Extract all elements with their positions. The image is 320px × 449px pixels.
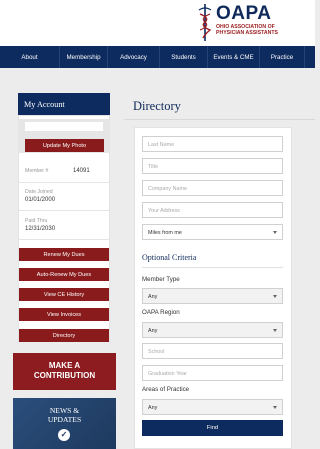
contribution-line2: CONTRIBUTION xyxy=(33,371,96,380)
news-updates-tile[interactable]: NEWS & UPDATES ✓ xyxy=(13,398,116,449)
region-label: OAPA Region xyxy=(142,309,180,316)
date-joined-value: 01/01/2000 xyxy=(25,197,56,203)
date-joined-label: Date Joined xyxy=(25,189,53,195)
caduceus-icon xyxy=(198,4,212,41)
main-nav: About Membership Advocacy Students Event… xyxy=(0,46,315,68)
divider xyxy=(18,239,110,240)
section-divider xyxy=(142,267,283,268)
practice-areas-label: Areas of Practice xyxy=(142,386,190,393)
chevron-down-icon xyxy=(273,295,277,298)
brand-subtitle-line2: Physician Assistants xyxy=(216,30,278,36)
optional-criteria-heading: Optional Criteria xyxy=(142,253,197,262)
member-number-label: Member # xyxy=(25,168,49,174)
region-select[interactable]: Any xyxy=(142,322,283,338)
page-title: Directory xyxy=(133,99,181,113)
distance-select-value: Miles from me xyxy=(148,230,182,236)
paid-thru-label: Paid Thru xyxy=(25,218,48,224)
nav-item-events-cme[interactable]: Events & CME xyxy=(208,46,260,68)
photo-placeholder xyxy=(25,122,103,131)
chevron-down-icon xyxy=(273,231,277,234)
last-name-input[interactable]: Last Name xyxy=(142,136,283,152)
school-input[interactable]: School xyxy=(142,343,283,359)
auto-renew-button[interactable]: Auto-Renew My Dues xyxy=(19,268,109,281)
practice-areas-value: Any xyxy=(148,405,158,411)
directory-button[interactable]: Directory xyxy=(19,329,109,342)
paid-thru-value: 12/31/2030 xyxy=(25,226,56,232)
nav-item-about[interactable]: About xyxy=(0,46,60,68)
chevron-down-icon xyxy=(273,406,277,409)
news-label: NEWS & UPDATES xyxy=(13,406,116,424)
member-number-value: 14091 xyxy=(73,168,90,174)
account-header: My Account xyxy=(18,93,110,115)
ce-history-button[interactable]: View CE History xyxy=(19,288,109,301)
site-header: OAPA Ohio Association of Physician Assis… xyxy=(0,0,315,46)
nav-item-membership[interactable]: Membership xyxy=(60,46,108,68)
nav-item-students[interactable]: Students xyxy=(160,46,208,68)
practice-areas-select[interactable]: Any xyxy=(142,399,283,415)
divider xyxy=(18,182,110,183)
nav-overflow xyxy=(305,46,315,68)
contribution-line1: MAKE A xyxy=(48,361,81,370)
member-type-label: Member Type xyxy=(142,276,180,283)
news-line1: NEWS & xyxy=(49,406,80,415)
address-input[interactable]: Your Address xyxy=(142,202,283,218)
make-contribution-button[interactable]: MAKE A CONTRIBUTION xyxy=(13,353,116,390)
region-value: Any xyxy=(148,328,158,334)
distance-select[interactable]: Miles from me xyxy=(142,224,283,240)
chevron-down-icon xyxy=(273,329,277,332)
check-circle-icon: ✓ xyxy=(58,429,70,441)
member-type-select[interactable]: Any xyxy=(142,288,283,304)
company-name-input[interactable]: Company Name xyxy=(142,180,283,196)
title-input[interactable]: Title xyxy=(142,158,283,174)
view-invoices-button[interactable]: View Invoices xyxy=(19,308,109,321)
brand-subtitle: Ohio Association of Physician Assistants xyxy=(216,24,306,36)
member-type-value: Any xyxy=(148,294,158,300)
news-line2: UPDATES xyxy=(47,415,82,424)
find-button[interactable]: Find xyxy=(142,420,283,436)
renew-dues-button[interactable]: Renew My Dues xyxy=(19,248,109,261)
update-photo-button[interactable]: Update My Photo xyxy=(25,139,104,152)
nav-item-practice[interactable]: Practice xyxy=(260,46,305,68)
brand-name: OAPA xyxy=(216,3,272,24)
divider xyxy=(18,210,110,211)
graduation-year-input[interactable]: Graduation Year xyxy=(142,365,283,381)
nav-item-advocacy[interactable]: Advocacy xyxy=(108,46,160,68)
title-divider xyxy=(124,119,315,120)
oapa-logo[interactable]: OAPA Ohio Association of Physician Assis… xyxy=(195,2,313,42)
